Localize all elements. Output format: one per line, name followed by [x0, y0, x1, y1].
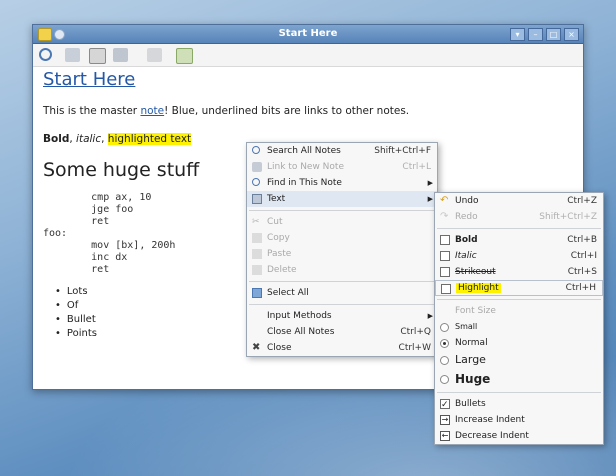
checkbox-icon [440, 267, 450, 277]
intro-text-rest: ! Blue, underlined bits are links to oth… [164, 105, 410, 117]
radio-selected-icon [440, 339, 449, 348]
context-menu: Search All Notes Shift+Ctrl+F Link to Ne… [246, 142, 438, 357]
delete-note-icon[interactable] [147, 48, 162, 62]
text-submenu: ↶ Undo Ctrl+Z ↷ Redo Shift+Ctrl+Z Bold C… [434, 192, 604, 445]
menu-separator [437, 228, 601, 229]
window-controls: ▾ – □ × [510, 28, 579, 41]
menu-item-input-methods[interactable]: Input Methods ▶ [247, 308, 437, 324]
increase-indent-icon: → [440, 415, 450, 425]
radio-icon [440, 356, 449, 365]
bullet-list: Lots Of Bullet Points [55, 285, 97, 341]
note-link[interactable]: note [140, 105, 164, 117]
menu-item-close-all-notes[interactable]: Close All Notes Ctrl+Q [247, 324, 437, 340]
menu-item-copy[interactable]: Copy [247, 230, 437, 246]
link-icon [252, 162, 262, 172]
menu-item-decrease-indent[interactable]: ← Decrease Indent [435, 428, 603, 444]
styles-line: Bold, italic, highlighted text [43, 133, 192, 145]
close-icon: ✖ [252, 342, 261, 353]
menu-item-huge[interactable]: Huge [435, 369, 603, 389]
intro-text: This is the master [43, 105, 141, 117]
minimize-icon[interactable]: – [528, 28, 543, 41]
menu-item-redo[interactable]: ↷ Redo Shift+Ctrl+Z [435, 209, 603, 225]
sync-icon[interactable] [176, 48, 193, 64]
close-icon[interactable]: × [564, 28, 579, 41]
menu-item-strikeout[interactable]: Strikeout Ctrl+S [435, 264, 603, 280]
menu-separator [249, 210, 435, 211]
checkbox-icon [440, 251, 450, 261]
menu-separator [437, 299, 601, 300]
select-all-icon [252, 288, 262, 298]
menu-item-highlight[interactable]: Highlight Ctrl+H [435, 280, 603, 296]
menu-item-large[interactable]: Large [435, 351, 603, 369]
related-notes-icon[interactable] [113, 48, 128, 62]
menu-item-search-all-notes[interactable]: Search All Notes Shift+Ctrl+F [247, 143, 437, 159]
copy-icon [252, 233, 262, 243]
list-item: Lots [55, 285, 97, 299]
submenu-arrow-icon: ▶ [427, 179, 433, 187]
search-icon [252, 146, 260, 154]
list-item: Bullet [55, 313, 97, 327]
bold-text: Bold [43, 133, 70, 145]
menu-item-bold[interactable]: Bold Ctrl+B [435, 232, 603, 248]
font-size-header: Font Size [455, 306, 496, 316]
separator: , [101, 133, 108, 145]
find-icon [252, 178, 260, 186]
menu-item-undo[interactable]: ↶ Undo Ctrl+Z [435, 193, 603, 209]
code-block: cmp ax, 10 jge foo ret foo: mov [bx], 20… [43, 192, 176, 275]
menu-item-italic[interactable]: Italic Ctrl+I [435, 248, 603, 264]
text-icon [252, 194, 262, 204]
checkbox-icon [440, 235, 450, 245]
link-icon[interactable] [65, 48, 80, 62]
highlighted-text: highlighted text [107, 133, 192, 145]
checkbox-checked-icon [440, 397, 450, 413]
radio-icon [440, 375, 449, 384]
toolbar [33, 44, 583, 67]
submenu-arrow-icon: ▶ [427, 195, 433, 203]
menu-separator [249, 281, 435, 282]
menu-item-paste[interactable]: Paste [247, 246, 437, 262]
checkbox-icon [441, 284, 451, 294]
paste-icon [252, 249, 262, 259]
decrease-indent-icon: ← [440, 431, 450, 441]
text-format-icon[interactable] [89, 48, 106, 64]
redo-icon: ↷ [440, 211, 449, 222]
menu-item-select-all[interactable]: Select All [247, 285, 437, 301]
window-title: Start Here [278, 28, 338, 39]
menu-item-bullets[interactable]: Bullets [435, 396, 603, 413]
menu-item-text[interactable]: Text ▶ [247, 191, 437, 207]
menu-item-cut[interactable]: ✂ Cut [247, 214, 437, 230]
menu-item-close[interactable]: ✖ Close Ctrl+W [247, 340, 437, 356]
title-bar[interactable]: Start Here ▾ – □ × [33, 25, 583, 44]
menu-item-normal[interactable]: Normal [435, 335, 603, 351]
maximize-icon[interactable]: □ [546, 28, 561, 41]
undo-icon: ↶ [440, 195, 449, 206]
menu-item-small[interactable]: Small [435, 319, 603, 335]
note-title[interactable]: Start Here [43, 69, 135, 90]
menu-separator [437, 392, 601, 393]
menu-item-increase-indent[interactable]: → Increase Indent [435, 412, 603, 428]
radio-icon [440, 323, 449, 332]
list-item: Of [55, 299, 97, 313]
cut-icon: ✂ [252, 217, 260, 227]
menu-item-delete[interactable]: Delete [247, 262, 437, 278]
list-item: Points [55, 327, 97, 341]
search-icon[interactable] [39, 48, 52, 61]
huge-heading: Some huge stuff [43, 159, 200, 181]
submenu-arrow-icon: ▶ [427, 312, 433, 320]
menu-separator [249, 304, 435, 305]
shade-icon[interactable]: ▾ [510, 28, 525, 41]
italic-text: italic [76, 133, 102, 145]
delete-icon [252, 265, 262, 275]
menu-item-link-to-new-note[interactable]: Link to New Note Ctrl+L [247, 159, 437, 175]
menu-item-find-in-note[interactable]: Find in This Note ▶ [247, 175, 437, 191]
intro-paragraph: This is the master note! Blue, underline… [43, 105, 409, 117]
